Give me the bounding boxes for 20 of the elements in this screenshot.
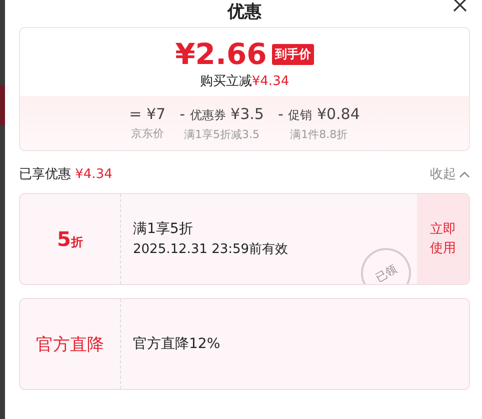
saving-text: 购买立减¥4.34 bbox=[200, 73, 290, 90]
close-icon[interactable] bbox=[453, 0, 467, 12]
collapse-button[interactable]: 收起 bbox=[430, 165, 470, 183]
coupon-validity: 2025.12.31 23:59前有效 bbox=[133, 241, 290, 258]
dialog-title: 优惠 bbox=[228, 2, 262, 24]
final-price: ¥2.66 bbox=[175, 37, 267, 71]
breakdown-note: 京东价 bbox=[130, 126, 164, 141]
coupon-title: 满1享5折 bbox=[133, 220, 194, 238]
price-tag: 到手价 bbox=[272, 44, 314, 64]
coupon-label: 官方直降 bbox=[36, 334, 104, 356]
breakdown-note: 满1件8.8折 bbox=[290, 127, 348, 142]
use-button[interactable]: 立即使用 bbox=[417, 194, 469, 284]
chevron-icon bbox=[459, 170, 470, 178]
enjoyed-discount: 已享优惠 ¥4.34 bbox=[19, 166, 112, 183]
breakdown-amount: = ¥7 bbox=[129, 105, 166, 123]
coupon-title: 官方直降12% bbox=[133, 335, 222, 353]
breakdown-amount: - 促销 ¥0.84 bbox=[278, 105, 360, 124]
discount-value: 5折 bbox=[57, 227, 83, 251]
breakdown-amount: - 优惠券 ¥3.5 bbox=[180, 105, 264, 124]
breakdown-note: 满1享5折减3.5 bbox=[184, 127, 260, 142]
